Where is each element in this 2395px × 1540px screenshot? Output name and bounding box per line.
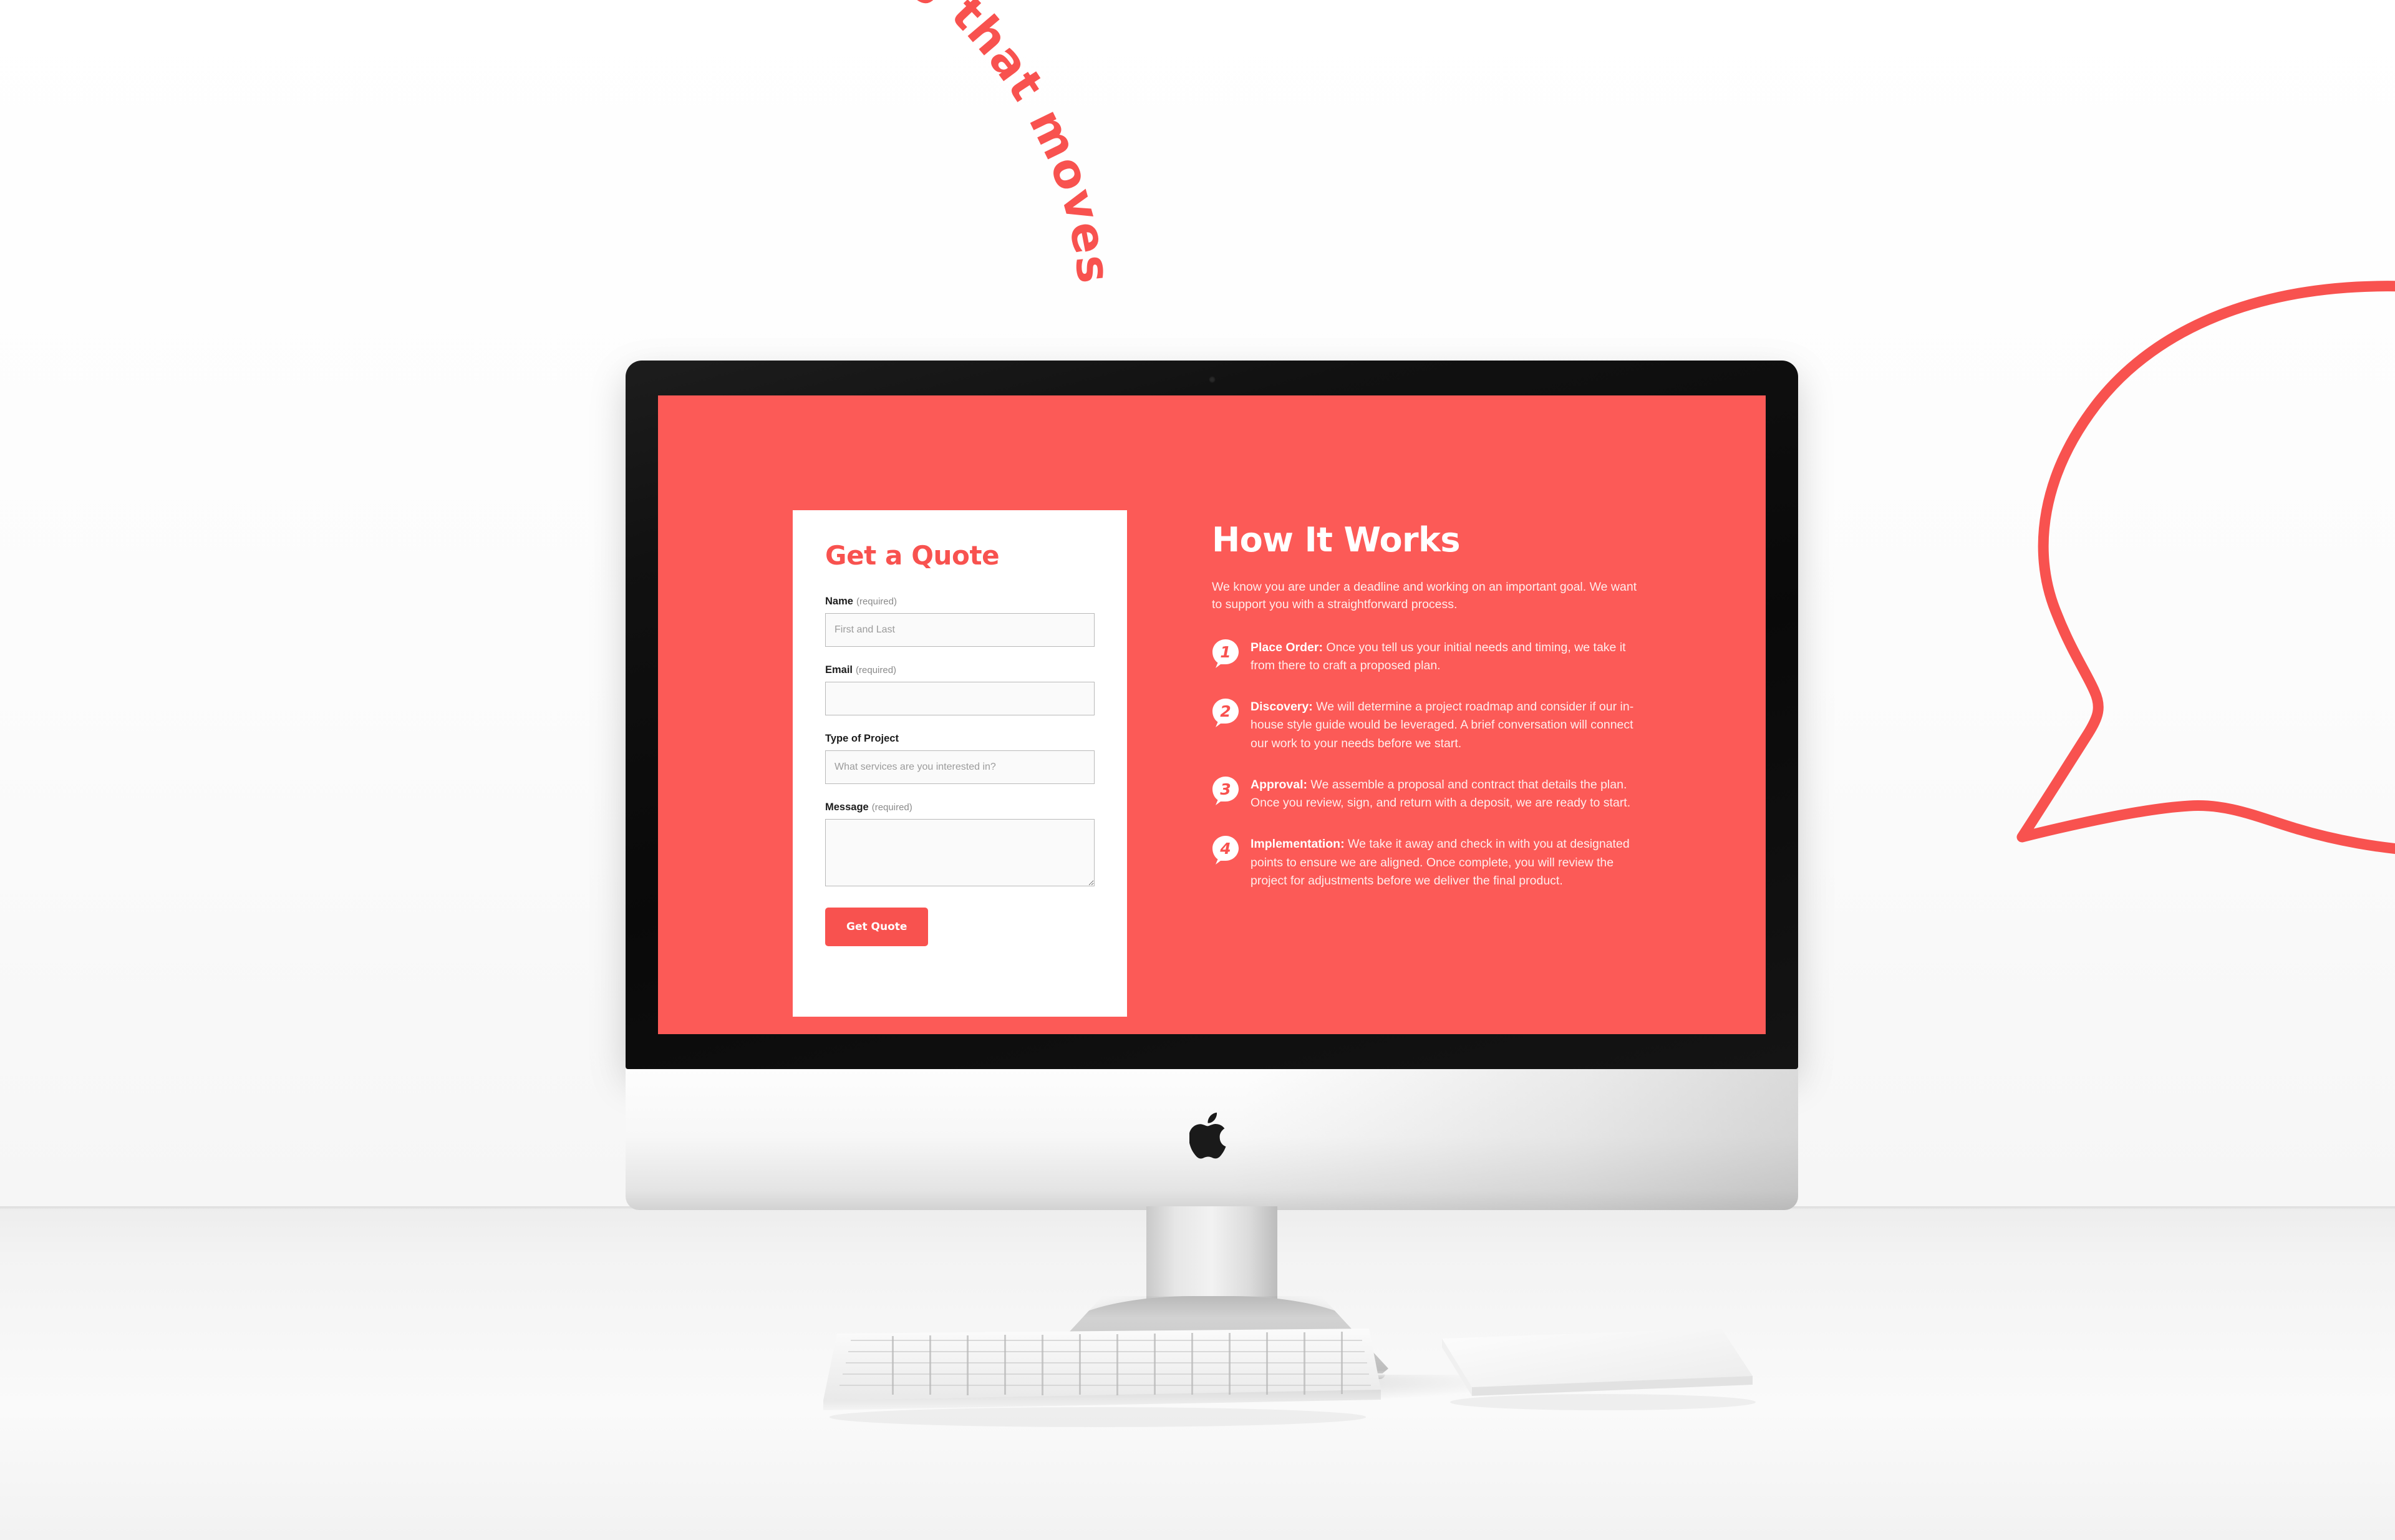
field-email: Email (required): [825, 664, 1095, 715]
step-heading: Place Order:: [1251, 640, 1323, 654]
field-message: Message (required): [825, 801, 1095, 886]
form-title: Get a Quote: [825, 540, 1000, 571]
svg-text:writing that moves •: writing that moves • writing that moves …: [0, 0, 1121, 331]
field-name: Name (required): [825, 596, 1095, 647]
label-message-required: (required): [871, 802, 912, 813]
apple-logo-icon: [1189, 1109, 1234, 1163]
step-number-3: 3: [1220, 780, 1231, 798]
step-text: Place Order: Once you tell us your initi…: [1251, 637, 1648, 676]
field-project-type: Type of Project: [825, 733, 1095, 784]
step-body: We assemble a proposal and contract that…: [1251, 777, 1631, 810]
magic-keyboard[interactable]: [805, 1322, 1385, 1441]
step-number-bubble-icon: 1: [1212, 639, 1239, 669]
step-item: 2 Discovery: We will determine a project…: [1212, 697, 1648, 753]
step-heading: Discovery:: [1251, 699, 1313, 714]
message-textarea[interactable]: [825, 819, 1095, 886]
speech-bubble-icon: [1983, 262, 2395, 1029]
name-input[interactable]: [825, 613, 1095, 647]
step-item: 3 Approval: We assemble a proposal and c…: [1212, 775, 1648, 813]
step-heading: Approval:: [1251, 777, 1308, 792]
label-email-required: (required): [856, 665, 897, 676]
monitor-bezel: Get a Quote Name(required) Email(require…: [626, 361, 1798, 1069]
label-project-type-text: Type of Project: [825, 733, 899, 744]
get-quote-button[interactable]: Get Quote: [825, 908, 929, 946]
step-number-bubble-icon: 2: [1212, 698, 1239, 728]
step-number-bubble-icon: 3: [1212, 776, 1239, 806]
curved-brand-text: writing that moves • writing that moves …: [0, 0, 1120, 418]
quote-form: Get a Quote Name(required) Email(require…: [793, 510, 1127, 1017]
label-project-type: Type of Project: [825, 733, 1095, 745]
how-it-works-title: How It Works: [1212, 520, 1461, 559]
project-type-input[interactable]: [825, 750, 1095, 784]
step-text: Approval: We assemble a proposal and con…: [1251, 775, 1648, 813]
step-item: 4 Implementation: We take it away and ch…: [1212, 834, 1648, 891]
how-it-works-section: How It Works We know you are under a dea…: [1212, 520, 1648, 912]
imac-device: Get a Quote Name(required) Email(require…: [626, 361, 1798, 1402]
label-email-text: Email: [825, 664, 853, 676]
label-message-text: Message: [825, 801, 869, 813]
step-number-1: 1: [1220, 643, 1231, 661]
step-number-bubble-icon: 4: [1212, 835, 1239, 865]
step-number-4: 4: [1219, 840, 1231, 858]
step-text: Implementation: We take it away and chec…: [1251, 834, 1648, 891]
magic-trackpad[interactable]: [1428, 1317, 1765, 1417]
step-heading: Implementation:: [1251, 836, 1345, 851]
label-name-required: (required): [856, 596, 897, 607]
label-name: Name (required): [825, 596, 1095, 608]
monitor-chin: [626, 1069, 1798, 1210]
website-page: Get a Quote Name(required) Email(require…: [658, 395, 1766, 1034]
monitor-screen: Get a Quote Name(required) Email(require…: [658, 395, 1766, 1034]
step-item: 1 Place Order: Once you tell us your ini…: [1212, 637, 1648, 676]
step-text: Discovery: We will determine a project r…: [1251, 697, 1648, 753]
step-number-2: 2: [1220, 702, 1231, 720]
email-input[interactable]: [825, 682, 1095, 715]
how-it-works-intro: We know you are under a deadline and wor…: [1212, 580, 1637, 612]
label-message: Message (required): [825, 801, 1095, 813]
curved-text-3: writing that moves: [771, 0, 1121, 287]
webcam-icon: [1209, 376, 1216, 383]
label-email: Email (required): [825, 664, 1095, 676]
curved-text-1: writing that moves: [0, 0, 75, 331]
scene: writing that moves • writing that moves …: [0, 0, 2395, 1540]
label-name-text: Name: [825, 596, 853, 607]
